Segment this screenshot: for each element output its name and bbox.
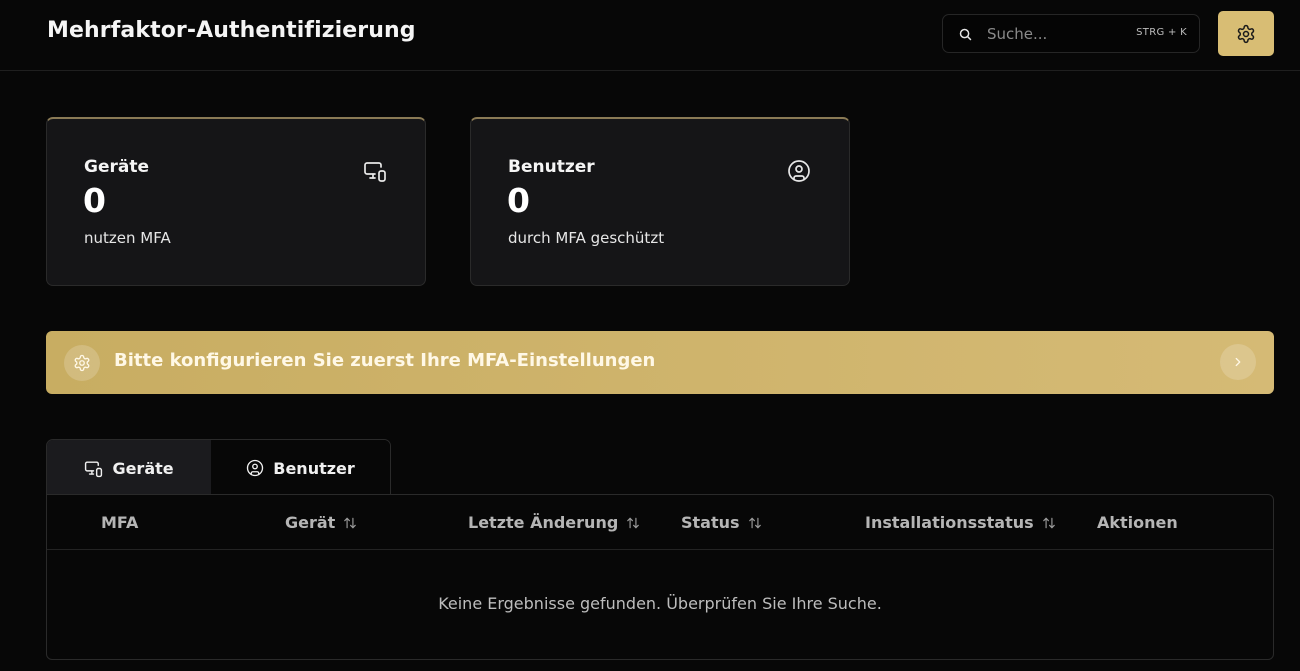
user-circle-icon [788, 160, 810, 182]
user-circle-icon [247, 459, 264, 477]
sort-icon [748, 517, 761, 528]
column-header-device[interactable]: Gerät [285, 513, 357, 532]
top-bar: Mehrfaktor-Authentifizierung STRG + K [0, 0, 1300, 71]
tab-devices[interactable]: Geräte [47, 440, 212, 495]
page-title: Mehrfaktor-Authentifizierung [47, 18, 416, 43]
column-label: Letzte Änderung [468, 513, 619, 532]
card-value: 0 [83, 181, 106, 220]
tab-users[interactable]: Benutzer [211, 440, 390, 495]
tab-bar: Geräte Benutzer [46, 439, 391, 495]
gear-icon [1237, 24, 1255, 43]
configure-mfa-banner[interactable]: Bitte konfigurieren Sie zuerst Ihre MFA-… [46, 331, 1274, 394]
card-subtitle: nutzen MFA [84, 229, 171, 247]
banner-icon-wrap [64, 345, 100, 381]
card-title: Geräte [84, 157, 149, 177]
search-icon [959, 28, 972, 41]
sort-icon [344, 517, 357, 528]
column-label: Installationsstatus [865, 513, 1034, 532]
devices-icon [85, 460, 103, 477]
search-input[interactable] [987, 22, 1127, 46]
column-header-mfa: MFA [101, 513, 138, 532]
search-shortcut-hint: STRG + K [1136, 27, 1187, 38]
banner-arrow-button[interactable] [1220, 344, 1256, 380]
column-header-actions: Aktionen [1097, 513, 1178, 532]
empty-state-message: Keine Ergebnisse gefunden. Überprüfen Si… [438, 594, 882, 613]
card-value: 0 [507, 181, 530, 220]
column-label: MFA [101, 513, 139, 532]
column-header-installation-status[interactable]: Installationsstatus [865, 513, 1056, 532]
column-label: Status [681, 513, 740, 532]
devices-icon [364, 162, 386, 182]
card-title: Benutzer [508, 157, 595, 177]
gear-icon [74, 354, 90, 372]
sort-icon [1042, 517, 1055, 528]
devices-stat-card: Geräte 0 nutzen MFA [46, 117, 426, 286]
devices-table: MFA Gerät Letzte Änderung Status Install… [46, 494, 1274, 660]
card-subtitle: durch MFA geschützt [508, 229, 665, 247]
sort-icon [627, 517, 640, 528]
column-label: Aktionen [1097, 513, 1178, 532]
column-header-status[interactable]: Status [681, 513, 762, 532]
settings-button[interactable] [1218, 11, 1274, 56]
users-stat-card: Benutzer 0 durch MFA geschützt [470, 117, 850, 286]
tab-label: Benutzer [273, 458, 355, 478]
column-header-last-change[interactable]: Letzte Änderung [468, 513, 640, 532]
chevron-right-icon [1235, 357, 1241, 367]
banner-text: Bitte konfigurieren Sie zuerst Ihre MFA-… [114, 350, 656, 371]
search-box[interactable]: STRG + K [942, 14, 1200, 53]
tab-label: Geräte [112, 458, 174, 478]
column-label: Gerät [285, 513, 336, 532]
table-header: MFA Gerät Letzte Änderung Status Install… [47, 495, 1273, 550]
